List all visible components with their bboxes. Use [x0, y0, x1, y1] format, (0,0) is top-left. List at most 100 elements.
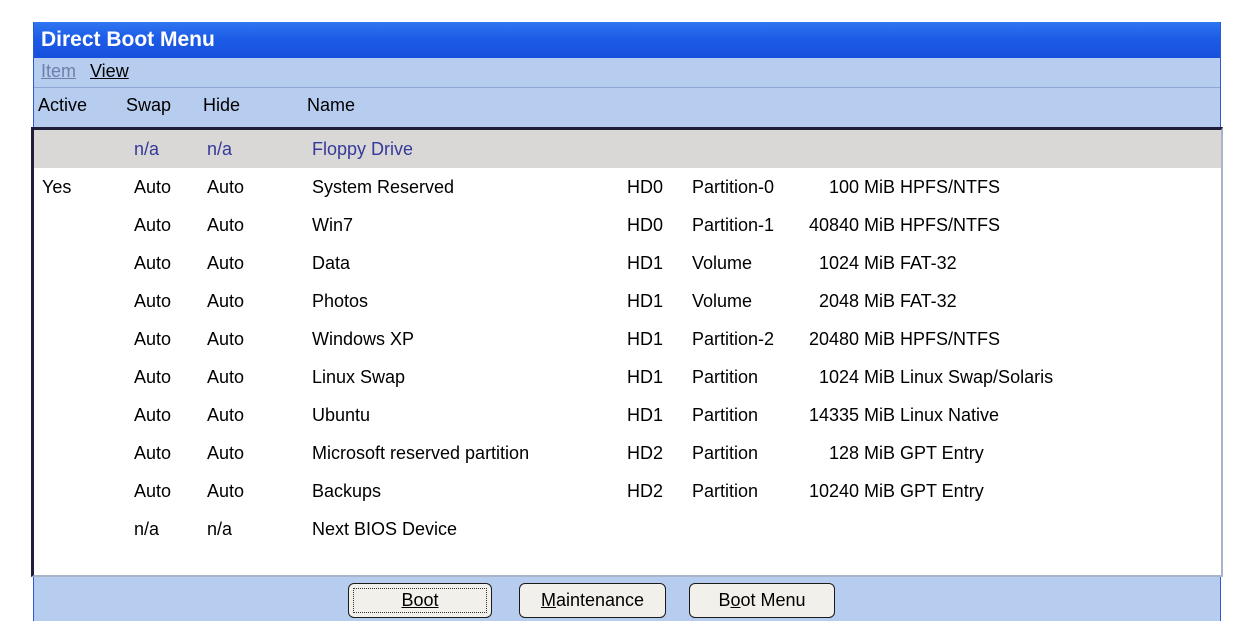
disk-cell: HD1: [627, 367, 664, 387]
hide-cell: Auto: [207, 481, 245, 501]
disk-cell: HD1: [627, 253, 664, 273]
name-cell: Next BIOS Device: [312, 519, 458, 539]
boot-entry-row[interactable]: n/a n/a Floppy Drive: [34, 130, 1221, 168]
maintenance-button[interactable]: Maintenance: [519, 583, 666, 618]
swap-cell: n/a: [134, 519, 160, 539]
column-header: Active Swap Hide Name: [34, 88, 1220, 124]
boot-menu-window: Direct Boot Menu Item View Active Swap H…: [31, 22, 1223, 621]
menu-item-view[interactable]: View: [90, 61, 129, 82]
partition-cell: Partition: [692, 443, 759, 463]
boot-menu-button-label: Boot Menu: [718, 590, 806, 610]
filesystem-cell: GPT Entry: [900, 481, 984, 501]
boot-entry-row[interactable]: n/a n/a Next BIOS Device: [34, 510, 1221, 548]
menu-item-item-label: Item: [41, 61, 77, 81]
menu-item-item[interactable]: Item: [41, 61, 76, 82]
boot-entry-row[interactable]: Auto Auto Ubuntu HD1 Partition 14335 MiB Linux…: [34, 396, 1221, 434]
name-cell: Photos: [312, 291, 369, 311]
swap-cell: Auto: [134, 367, 172, 387]
filesystem-cell: HPFS/NTFS: [900, 329, 1001, 349]
swap-cell: Auto: [134, 405, 172, 425]
boot-entry-row[interactable]: Auto Auto Data HD1 Volume 1024 MiB FAT-32: [34, 244, 1221, 282]
filesystem-cell: HPFS/NTFS: [900, 177, 1001, 197]
swap-cell: Auto: [134, 253, 172, 273]
size-cell: 100 MiB: [828, 177, 895, 197]
name-cell: Floppy Drive: [312, 139, 414, 159]
boot-entry-row[interactable]: Auto Auto Microsoft reserved partition HD2 P…: [34, 434, 1221, 472]
swap-cell: Auto: [134, 481, 172, 501]
disk-cell: HD1: [627, 405, 664, 425]
menu-bar: Item View: [34, 58, 1220, 88]
partition-cell: Partition: [692, 405, 759, 425]
filesystem-cell: HPFS/NTFS: [900, 215, 1001, 235]
menu-item-view-label: View: [90, 61, 129, 81]
boot-entry-row[interactable]: Auto Auto Win7 HD0 Partition-1 40840 MiB HPFS/…: [34, 206, 1221, 244]
disk-cell: HD0: [627, 215, 664, 235]
boot-entry-row[interactable]: Auto Auto Backups HD2 Partition 10240 MiB GPT …: [34, 472, 1221, 510]
boot-button-label: Boot: [401, 590, 439, 610]
boot-button[interactable]: Boot: [348, 583, 492, 618]
swap-cell: Auto: [134, 329, 172, 349]
disk-cell: HD1: [627, 291, 664, 311]
partition-cell: Partition-1: [692, 215, 775, 235]
boot-entry-row[interactable]: Auto Auto Windows XP HD1 Partition-2 20480 Mi…: [34, 320, 1221, 358]
filesystem-cell: Linux Native: [900, 405, 1000, 425]
filesystem-cell: FAT-32: [900, 291, 957, 311]
swap-cell: Auto: [134, 215, 172, 235]
partition-cell: Partition: [692, 367, 759, 387]
name-cell: Linux Swap: [312, 367, 406, 387]
column-header-active[interactable]: Active: [38, 95, 87, 116]
size-cell: 128 MiB: [828, 443, 895, 463]
hide-cell: Auto: [207, 291, 245, 311]
partition-cell: Partition-0: [692, 177, 775, 197]
name-cell: Data: [312, 253, 351, 273]
name-cell: Backups: [312, 481, 382, 501]
size-cell: 20480 MiB: [808, 329, 895, 349]
boot-menu-button[interactable]: Boot Menu: [689, 583, 835, 618]
title-bar: Direct Boot Menu: [34, 22, 1220, 58]
hide-cell: Auto: [207, 367, 245, 387]
hide-cell: Auto: [207, 177, 245, 197]
window-title: Direct Boot Menu: [41, 28, 215, 51]
name-cell: Windows XP: [312, 329, 415, 349]
active-cell: Yes: [42, 177, 72, 197]
boot-entry-row[interactable]: Auto Auto Photos HD1 Volume 2048 MiB FAT-32: [34, 282, 1221, 320]
maintenance-button-label: Maintenance: [540, 590, 645, 610]
size-cell: 1024 MiB: [818, 253, 895, 273]
partition-cell: Partition: [692, 481, 759, 501]
hide-cell: Auto: [207, 443, 245, 463]
hide-cell: n/a: [207, 519, 233, 539]
swap-cell: Auto: [134, 443, 172, 463]
size-cell: 40840 MiB: [808, 215, 895, 235]
boot-entry-list[interactable]: n/a n/a Floppy Drive Yes Auto Auto System Rese…: [31, 127, 1223, 577]
size-cell: 10240 MiB: [808, 481, 895, 501]
name-cell: Ubuntu: [312, 405, 371, 425]
size-cell: 1024 MiB: [818, 367, 895, 387]
size-cell: 2048 MiB: [818, 291, 895, 311]
swap-cell: Auto: [134, 177, 172, 197]
hide-cell: Auto: [207, 253, 245, 273]
swap-cell: Auto: [134, 291, 172, 311]
boot-entry-row[interactable]: Auto Auto Linux Swap HD1 Partition 1024 MiB Li…: [34, 358, 1221, 396]
disk-cell: HD1: [627, 329, 664, 349]
boot-entry-row[interactable]: Yes Auto Auto System Reserved HD0 Partition-0…: [34, 168, 1221, 206]
disk-cell: HD2: [627, 443, 664, 463]
hide-cell: Auto: [207, 405, 245, 425]
partition-cell: Volume: [692, 253, 753, 273]
name-cell: System Reserved: [312, 177, 455, 197]
disk-cell: HD0: [627, 177, 664, 197]
disk-cell: HD2: [627, 481, 664, 501]
hide-cell: Auto: [207, 215, 245, 235]
filesystem-cell: FAT-32: [900, 253, 957, 273]
name-cell: Microsoft reserved partition: [312, 443, 530, 463]
swap-cell: n/a: [134, 139, 160, 159]
partition-cell: Partition-2: [692, 329, 775, 349]
hide-cell: n/a: [207, 139, 233, 159]
column-header-name[interactable]: Name: [307, 95, 355, 116]
filesystem-cell: GPT Entry: [900, 443, 984, 463]
partition-cell: Volume: [692, 291, 753, 311]
column-header-hide[interactable]: Hide: [203, 95, 240, 116]
hide-cell: Auto: [207, 329, 245, 349]
column-header-swap[interactable]: Swap: [126, 95, 171, 116]
filesystem-cell: Linux Swap/Solaris: [900, 367, 1054, 387]
size-cell: 14335 MiB: [808, 405, 895, 425]
